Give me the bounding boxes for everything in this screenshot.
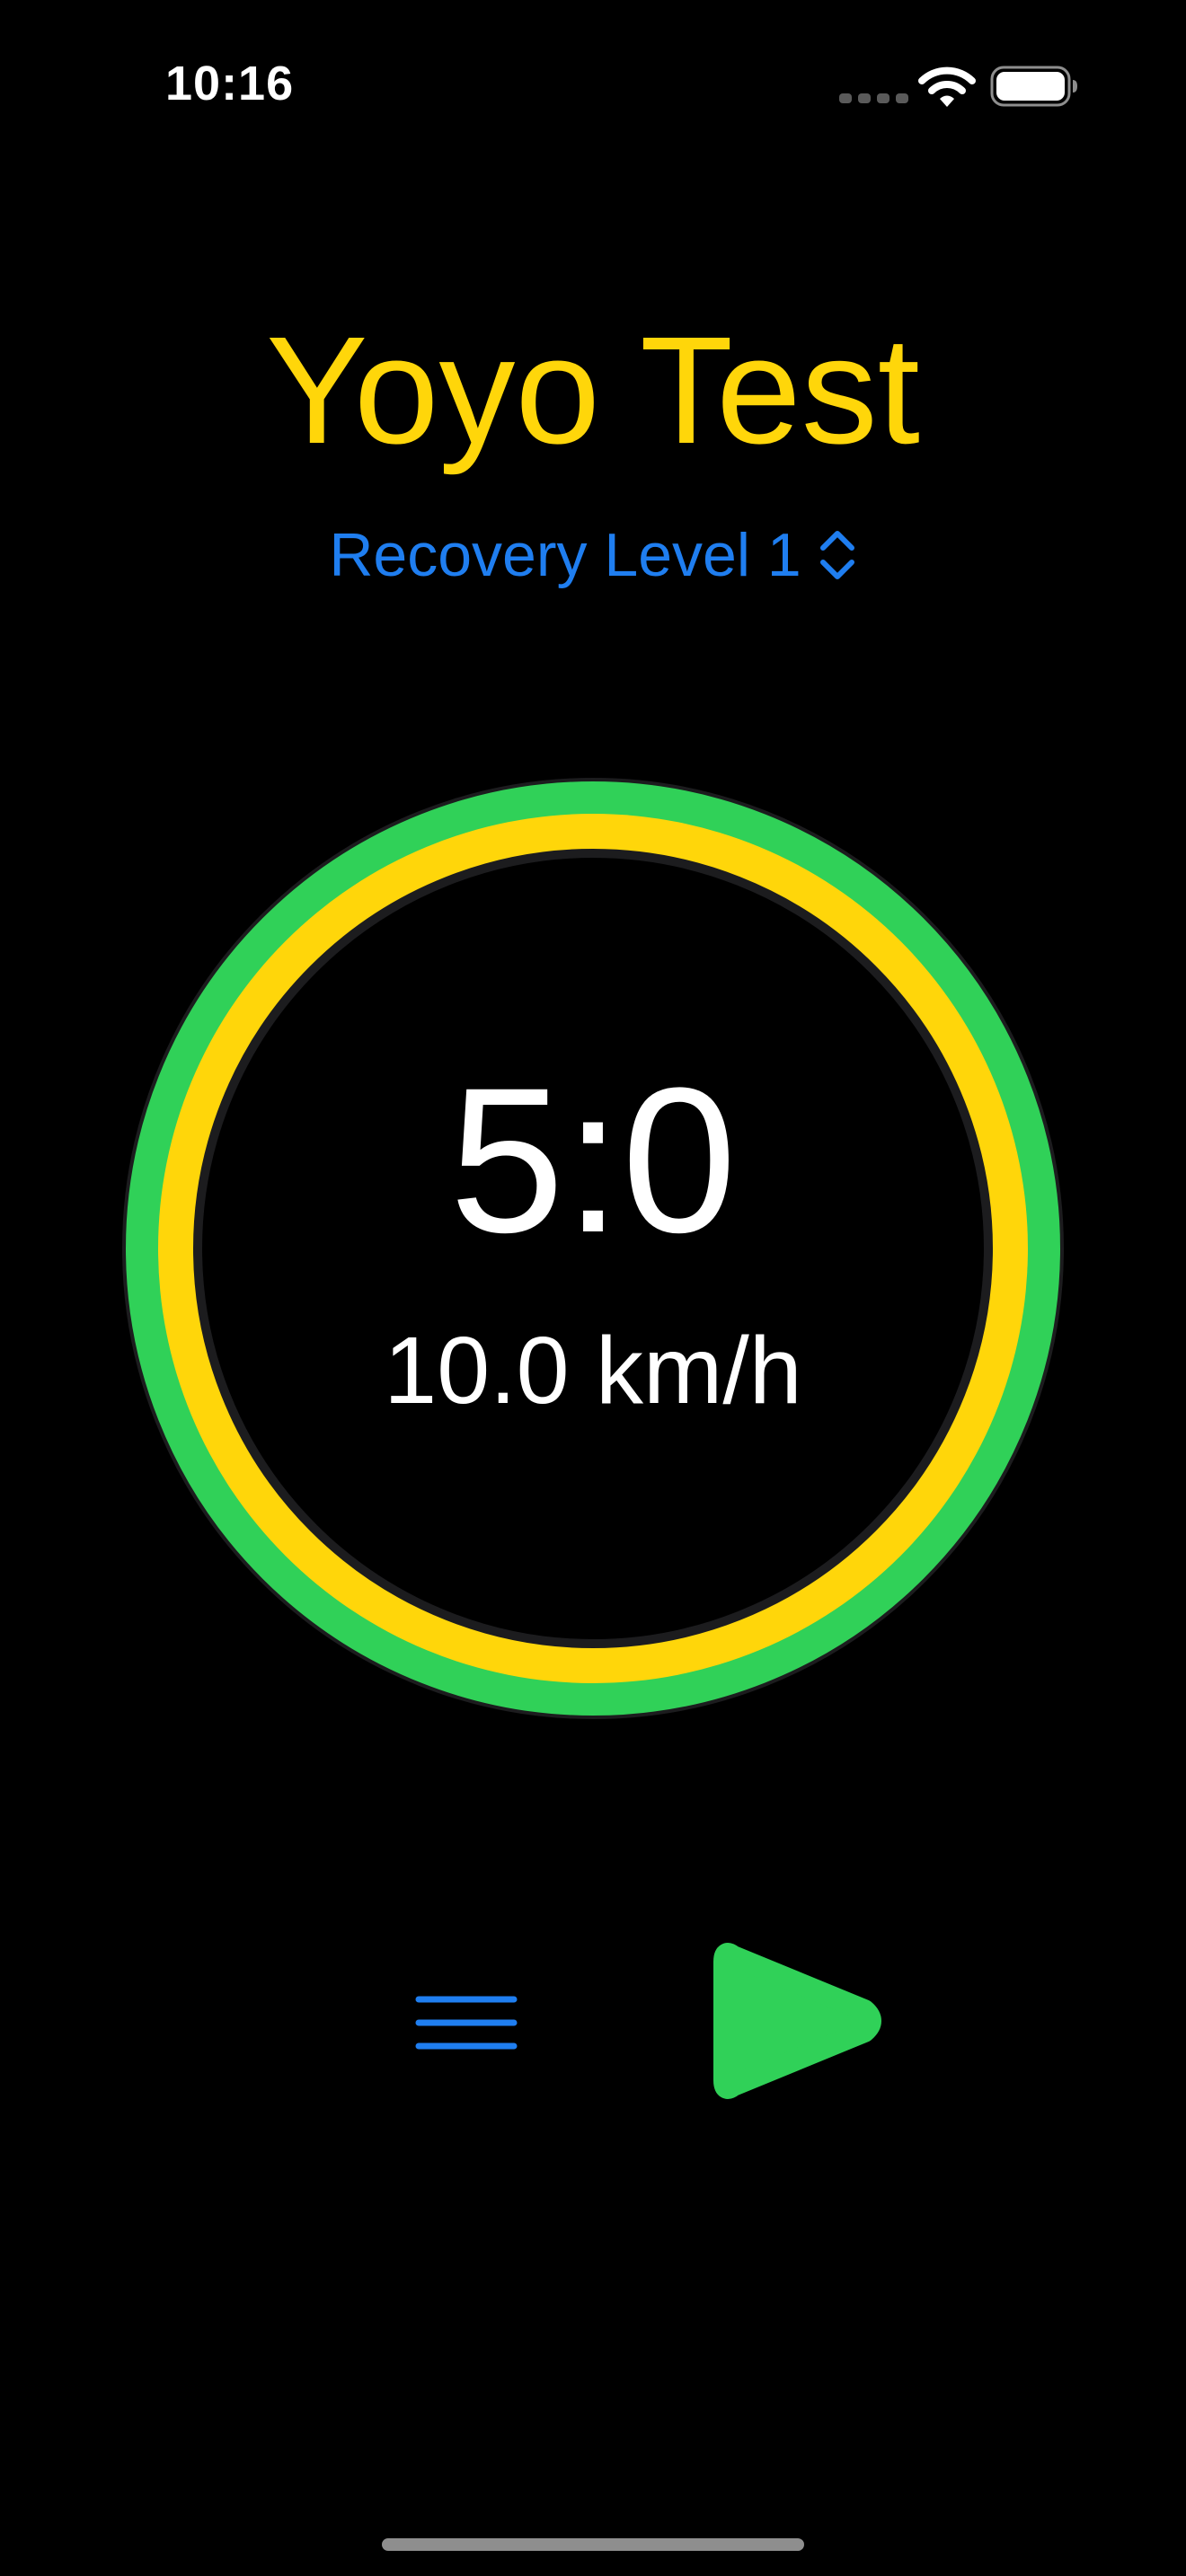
status-bar: 10:16 <box>0 0 1186 171</box>
play-icon <box>713 1943 881 2099</box>
timer-value: 5:0 <box>449 1045 737 1275</box>
hamburger-menu-icon <box>415 1996 518 2050</box>
cellular-dots-icon <box>839 93 908 103</box>
play-button[interactable] <box>712 1931 882 2111</box>
level-picker-label: Recovery Level 1 <box>329 521 801 589</box>
menu-button[interactable] <box>410 1985 523 2060</box>
wifi-icon <box>918 66 976 107</box>
speed-value: 10.0 km/h <box>384 1318 802 1424</box>
status-time: 10:16 <box>165 57 295 110</box>
chevron-up-down-icon <box>819 531 854 579</box>
battery-icon <box>990 66 1077 107</box>
home-indicator[interactable] <box>382 2538 804 2551</box>
level-picker[interactable]: Recovery Level 1 <box>0 519 1186 591</box>
app-title: Yoyo Test <box>266 305 920 476</box>
